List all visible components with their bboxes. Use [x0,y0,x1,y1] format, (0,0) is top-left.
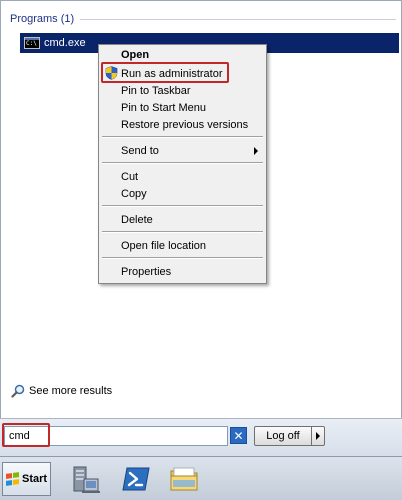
start-label: Start [22,473,48,485]
programs-group-title: Programs (1) [10,13,75,25]
group-divider [80,18,396,20]
search-result-label: cmd.exe [44,37,86,49]
start-button[interactable]: Start [2,462,51,496]
menu-item-label: Cut [121,170,139,183]
menu-separator [102,257,263,259]
run-as-administrator-highlight [101,62,229,83]
powershell-icon[interactable] [120,463,152,495]
see-more-results-link[interactable]: See more results [11,383,112,399]
menu-separator [102,136,263,138]
explorer-icon[interactable] [168,463,200,495]
menu-item-label: Pin to Taskbar [121,84,191,97]
search-icon [11,384,25,398]
submenu-arrow-icon [254,147,258,155]
clear-search-button[interactable]: ✕ [230,427,247,444]
log-off-label: Log off [266,430,300,442]
menu-item-open[interactable]: Open [101,46,264,63]
menu-item-label: Properties [121,265,172,278]
server-manager-icon[interactable] [70,463,102,495]
see-more-results-label: See more results [29,385,113,397]
cmd-icon [24,37,40,49]
menu-item-label: Open [121,48,150,61]
taskbar: Start [0,456,402,500]
menu-item-properties[interactable]: Properties [101,263,264,280]
menu-item-label: Send to [121,144,159,157]
menu-separator [102,231,263,233]
menu-item-restore-previous-versions[interactable]: Restore previous versions [101,116,264,133]
log-off-button[interactable]: Log off [254,426,312,446]
search-text-highlight [2,423,50,447]
menu-item-label: Pin to Start Menu [121,101,206,114]
menu-item-pin-to-taskbar[interactable]: Pin to Taskbar [101,82,264,99]
menu-separator [102,205,263,207]
menu-item-delete[interactable]: Delete [101,211,264,228]
menu-item-send-to[interactable]: Send to [101,142,264,159]
menu-item-cut[interactable]: Cut [101,168,264,185]
menu-item-label: Open file location [121,239,206,252]
power-options-arrow-button[interactable] [311,426,325,446]
programs-group-header: Programs (1) [10,12,396,26]
menu-item-copy[interactable]: Copy [101,185,264,202]
close-icon: ✕ [233,428,244,443]
windows-logo-icon [6,472,19,486]
menu-item-pin-to-start-menu[interactable]: Pin to Start Menu [101,99,264,116]
menu-item-label: Restore previous versions [121,118,249,131]
menu-item-label: Delete [121,213,153,226]
start-search-bar: cmd ✕ Log off [0,418,402,456]
menu-separator [102,162,263,164]
menu-item-open-file-location[interactable]: Open file location [101,237,264,254]
menu-item-label: Copy [121,187,147,200]
